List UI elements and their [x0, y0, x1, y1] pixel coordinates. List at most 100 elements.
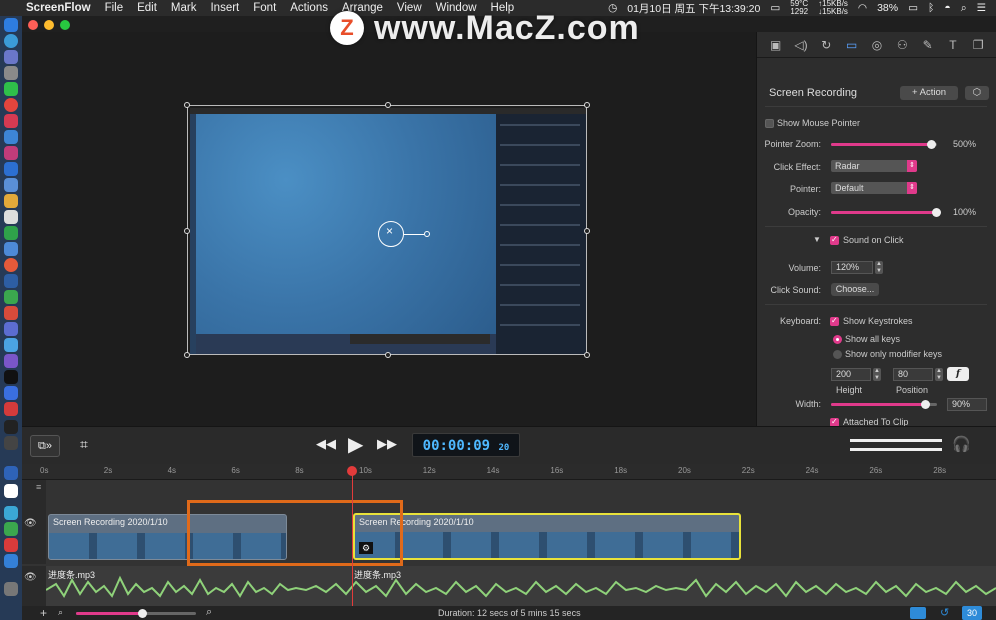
video-clip-2[interactable]: Screen Recording 2020/1/10 ⚙ [353, 513, 741, 560]
opacity-value[interactable]: 100% [953, 207, 976, 217]
weibo-icon[interactable] [4, 538, 18, 552]
screenflow-icon[interactable] [4, 322, 18, 336]
chrome-icon[interactable] [4, 98, 18, 112]
mail-icon[interactable] [4, 162, 18, 176]
audio-properties-icon[interactable]: ◁) [793, 37, 809, 53]
width-slider[interactable] [831, 400, 937, 409]
height-stepper[interactable]: ▲ ▼ [873, 368, 881, 381]
netease-icon[interactable] [4, 306, 18, 320]
messages-icon[interactable] [4, 82, 18, 96]
rewind-icon[interactable]: ◀◀ [316, 436, 336, 452]
resize-handle-t[interactable] [385, 102, 391, 108]
virtual-machine-icon[interactable] [4, 466, 18, 480]
downloads-icon[interactable] [4, 554, 18, 568]
timeline-ruler[interactable]: 0s 2s 4s 6s 8s 10s 12s 14s 16s 18s 20s 22s 24s 26s 28s [22, 464, 996, 480]
timeline-zoom-slider[interactable] [76, 609, 196, 618]
wechat-icon[interactable] [4, 290, 18, 304]
menu-app-name[interactable]: ScreenFlow [26, 2, 91, 14]
vivaldi-icon[interactable] [4, 402, 18, 416]
battery-percent[interactable]: 38% [877, 2, 898, 14]
volume-stepper[interactable]: ▲ ▼ [875, 261, 883, 274]
resize-handle-r[interactable] [584, 228, 590, 234]
height-field[interactable]: 200 [831, 368, 871, 381]
telegram-icon[interactable] [4, 338, 18, 352]
trash-icon[interactable] [4, 582, 18, 596]
pointer-select[interactable]: Default ⇕ [831, 182, 917, 194]
resize-handle-b[interactable] [385, 352, 391, 358]
pycharm-icon[interactable] [4, 386, 18, 400]
eye-icon[interactable]: 👁 [24, 572, 37, 583]
media-library-icon[interactable]: ❐ [970, 37, 986, 53]
firefox-icon[interactable] [4, 258, 18, 272]
opacity-slider[interactable] [831, 208, 941, 217]
click-effect-select[interactable]: Radar ⇕ [831, 160, 917, 172]
video-frame[interactable]: × [184, 102, 590, 358]
loop-icon[interactable]: ↺ [940, 606, 949, 619]
menu-font[interactable]: Font [253, 2, 276, 14]
display-icon[interactable]: ▭ [770, 2, 780, 14]
calendar-icon[interactable] [4, 178, 18, 192]
control-center-icon[interactable]: ◓ [944, 2, 950, 14]
apple-tv-icon[interactable] [4, 370, 18, 384]
cursor-rotate-handle[interactable] [424, 231, 430, 237]
wechat-work-icon[interactable] [4, 506, 18, 520]
activity-monitor-icon[interactable] [4, 436, 18, 450]
pointer-zoom-value[interactable]: 500% [953, 139, 976, 149]
show-all-keys-radio[interactable] [833, 335, 842, 344]
reminders-icon[interactable] [4, 210, 18, 224]
sound-on-click-checkbox[interactable] [830, 235, 839, 245]
fast-forward-icon[interactable]: ▶▶ [377, 436, 397, 452]
annotations-icon[interactable]: ✎ [920, 37, 936, 53]
battery-icon[interactable]: ▭ [908, 2, 918, 14]
keystroke-font-button[interactable]: f [947, 367, 969, 381]
facetime-icon[interactable] [4, 226, 18, 240]
cube-icon[interactable]: ⬡ [965, 86, 989, 100]
playhead-knob[interactable] [347, 466, 357, 476]
wechat-icon-2[interactable] [4, 522, 18, 536]
preview-canvas[interactable]: × [22, 32, 756, 426]
slider-knob[interactable] [138, 609, 147, 618]
add-icon[interactable]: + [40, 606, 47, 620]
notes-icon[interactable] [4, 194, 18, 208]
layout-toggle-icon[interactable]: ⧉» [30, 435, 60, 457]
system-preferences-icon[interactable] [4, 66, 18, 80]
launchpad-icon[interactable] [4, 50, 18, 64]
resize-handle-br[interactable] [584, 352, 590, 358]
width-value-field[interactable]: 90% [947, 398, 987, 411]
photo-icon[interactable] [4, 146, 18, 160]
temp-cpu-readout[interactable]: 59°C 1292 [790, 0, 808, 16]
yandex-icon[interactable] [4, 484, 18, 498]
zoom-in-icon[interactable]: ⌕ [206, 606, 212, 619]
text-properties-icon[interactable]: T [945, 37, 961, 53]
video-properties-icon[interactable]: ▣ [768, 37, 784, 53]
wifi-icon[interactable]: ◠ [858, 2, 867, 14]
show-mouse-pointer-checkbox[interactable] [765, 119, 774, 128]
podcasts-icon[interactable] [4, 354, 18, 368]
qq-icon[interactable] [4, 274, 18, 288]
slider-knob[interactable] [921, 400, 931, 409]
choose-sound-button[interactable]: Choose... [831, 283, 879, 296]
minimize-window-button[interactable] [44, 20, 54, 30]
callout-icon[interactable]: ◎ [869, 37, 885, 53]
pointer-zoom-slider[interactable] [831, 140, 937, 149]
fps-badge[interactable]: 30 [962, 606, 982, 620]
menu-insert[interactable]: Insert [210, 2, 239, 14]
add-action-button[interactable]: + Action [900, 86, 958, 100]
video-motion-icon[interactable]: ↻ [818, 37, 834, 53]
bluetooth-icon[interactable]: ᛒ [928, 2, 934, 14]
screen-recording-icon[interactable]: ▭ [844, 37, 860, 53]
eye-icon[interactable]: 👁 [24, 518, 37, 529]
disclosure-triangle-icon[interactable]: ▼ [813, 235, 821, 244]
resize-handle-tr[interactable] [584, 102, 590, 108]
notification-center-icon[interactable]: ☰ [977, 2, 986, 14]
track-menu-icon[interactable]: ≡ [36, 482, 41, 492]
spotlight-search-icon[interactable]: ⌕ [961, 2, 967, 15]
terminal-icon[interactable] [4, 420, 18, 434]
menubar-clock[interactable]: 01月10日 周五 下午13:39:20 [627, 1, 760, 16]
menu-file[interactable]: File [105, 2, 124, 14]
resize-handle-tl[interactable] [184, 102, 190, 108]
slider-knob[interactable] [926, 140, 936, 149]
show-keystrokes-checkbox[interactable] [830, 316, 839, 326]
headphones-icon[interactable]: 🎧 [952, 435, 971, 453]
audio-track[interactable]: 进度条.mp3 进度条.mp3 [46, 566, 996, 606]
